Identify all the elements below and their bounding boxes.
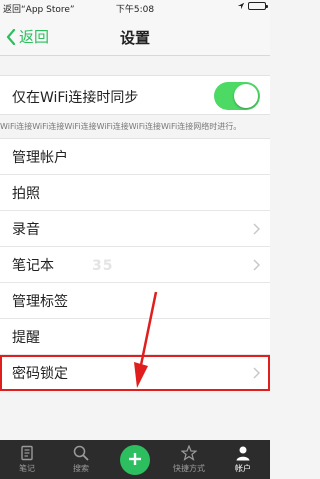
menu-item-label: 管理标签 xyxy=(12,293,68,310)
wifi-sync-toggle[interactable] xyxy=(214,82,260,110)
tab-search[interactable]: 搜索 xyxy=(54,440,108,479)
navigation-bar: 返回 设置 xyxy=(0,16,270,56)
tab-shortcuts[interactable]: 快捷方式 xyxy=(162,440,216,479)
menu-item-manage-account[interactable]: 管理帐户 xyxy=(0,139,270,175)
battery-full-icon xyxy=(248,2,268,10)
menu-item-camera[interactable]: 拍照 xyxy=(0,175,270,211)
chevron-right-icon xyxy=(253,259,260,271)
tab-account[interactable]: 帐户 xyxy=(216,440,270,479)
menu-item-label: 拍照 xyxy=(12,185,40,202)
wifi-sync-row: 仅在WiFi连接时同步 xyxy=(0,75,270,115)
wifi-sync-label: 仅在WiFi连接时同步 xyxy=(12,90,139,106)
search-icon xyxy=(73,445,89,461)
tab-bar: 笔记 搜索 快捷方式 帐户 xyxy=(0,440,270,479)
wifi-sync-description: WiFi连接WiFi连接WiFi连接WiFi连接WiFi连接WiFi连接网络时进… xyxy=(0,122,242,131)
menu-item-notebook[interactable]: 笔记本 xyxy=(0,247,270,283)
menu-item-label: 密码锁定 xyxy=(12,365,68,382)
menu-item-label: 笔记本 xyxy=(12,257,54,274)
account-icon xyxy=(236,446,250,461)
chevron-right-icon xyxy=(253,367,260,379)
star-icon xyxy=(181,445,197,461)
status-indicators xyxy=(237,2,268,10)
status-time: 下午5:08 xyxy=(115,5,155,15)
tab-add-note[interactable] xyxy=(108,440,162,479)
annotation-arrow-icon xyxy=(134,291,158,388)
tab-notes[interactable]: 笔记 xyxy=(0,440,54,479)
menu-item-recording[interactable]: 录音 xyxy=(0,211,270,247)
chevron-right-icon xyxy=(253,223,260,235)
tab-label: 快捷方式 xyxy=(173,464,205,473)
menu-item-label: 提醒 xyxy=(12,329,40,346)
menu-item-label: 录音 xyxy=(12,221,40,238)
add-icon xyxy=(120,444,150,475)
page-title: 设置 xyxy=(119,29,150,47)
tab-label: 帐户 xyxy=(235,464,251,473)
menu-item-label: 管理帐户 xyxy=(12,149,68,166)
location-icon xyxy=(237,2,245,10)
notes-icon xyxy=(21,445,33,461)
status-bar: 返回“App Store” 下午5:08 xyxy=(0,0,270,16)
toggle-knob xyxy=(234,84,258,108)
tab-label: 笔记 xyxy=(19,464,35,473)
watermark: 35 xyxy=(92,258,114,274)
tab-label: 搜索 xyxy=(73,464,89,473)
